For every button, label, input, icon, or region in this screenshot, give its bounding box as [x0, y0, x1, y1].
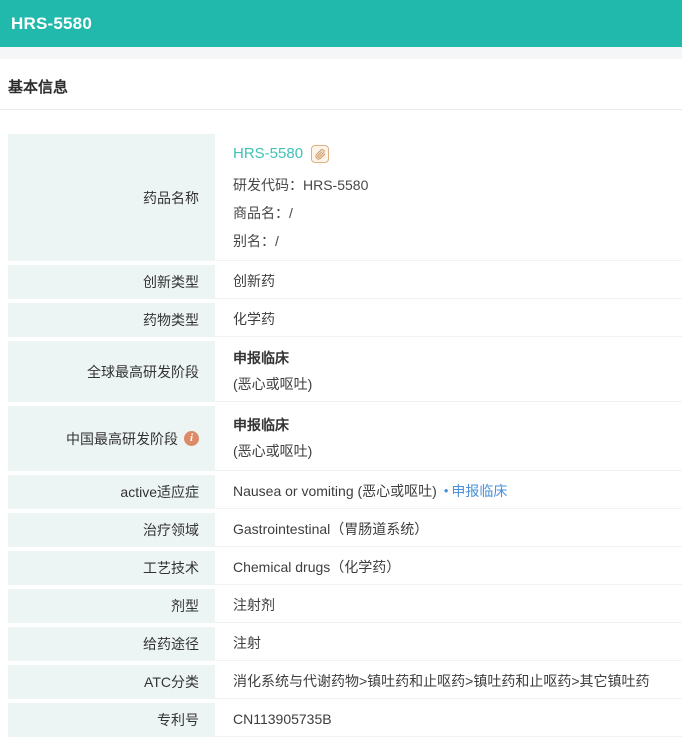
row-value: 消化系统与代谢药物>镇吐药和止呕药>镇吐药和止呕药>其它镇吐药: [215, 665, 682, 699]
row-value: 注射剂: [215, 589, 682, 623]
table-row-atc-class: ATC分类 消化系统与代谢药物>镇吐药和止呕药>镇吐药和止呕药>其它镇吐药: [8, 665, 682, 699]
indication-text: Nausea or vomiting (恶心或呕吐): [233, 483, 437, 500]
alias-line: 别名：/: [233, 233, 279, 249]
header-substrip: [0, 47, 682, 59]
page-header: HRS-5580: [0, 0, 682, 47]
row-label: 给药途径: [8, 627, 215, 661]
table-row-china-stage: 中国最高研发阶段 i 申报临床 (恶心或呕吐): [8, 406, 682, 471]
section-title: 基本信息: [8, 79, 69, 96]
row-value: 申报临床 (恶心或呕吐): [215, 341, 682, 402]
table-row-admin-route: 给药途径 注射: [8, 627, 682, 661]
indication-stage-link[interactable]: 申报临床: [451, 482, 507, 500]
row-label: 中国最高研发阶段 i: [8, 406, 215, 471]
stage-scope: (恶心或呕吐): [233, 376, 313, 392]
drug-name-link[interactable]: HRS-5580: [233, 144, 303, 164]
trade-name-line: 商品名：/: [233, 205, 293, 221]
table-row-therapy-area: 治疗领域 Gastrointestinal（胃肠道系统）: [8, 513, 682, 547]
dev-code-line: 研发代码：HRS-5580: [233, 177, 369, 193]
row-label: 药物类型: [8, 303, 215, 337]
row-label: 创新类型: [8, 265, 215, 299]
row-label: 剂型: [8, 589, 215, 623]
row-label: 专利号: [8, 703, 215, 737]
page-title: HRS-5580: [11, 13, 92, 33]
row-label: 全球最高研发阶段: [8, 341, 215, 402]
table-row-drug-name: 药品名称 HRS-5580 研发代码：HRS-5580 商品名：/ 别名：/: [8, 134, 682, 261]
info-icon[interactable]: i: [184, 431, 199, 446]
paperclip-icon[interactable]: [311, 145, 330, 163]
row-value: 申报临床 (恶心或呕吐): [215, 406, 682, 471]
table-row-innovation-type: 创新类型 创新药: [8, 265, 682, 299]
row-label: active适应症: [8, 475, 215, 509]
table-row-global-stage: 全球最高研发阶段 申报临床 (恶心或呕吐): [8, 341, 682, 402]
row-value: CN113905735B: [215, 703, 682, 737]
row-label: 药品名称: [8, 134, 215, 261]
row-label-text: 中国最高研发阶段: [66, 430, 178, 447]
table-row-dosage-form: 剂型 注射剂: [8, 589, 682, 623]
row-value: 注射: [215, 627, 682, 661]
basic-info-table: 药品名称 HRS-5580 研发代码：HRS-5580 商品名：/ 别名：/ 创…: [0, 134, 682, 737]
row-label: ATC分类: [8, 665, 215, 699]
bullet-separator: •: [443, 483, 449, 499]
stage-name: 申报临床: [233, 350, 289, 366]
table-row-drug-type: 药物类型 化学药: [8, 303, 682, 337]
table-row-patent: 专利号 CN113905735B: [8, 703, 682, 737]
table-row-active-indication: active适应症 Nausea or vomiting (恶心或呕吐) • 申…: [8, 475, 682, 509]
row-value: Gastrointestinal（胃肠道系统）: [215, 513, 682, 547]
table-row-process-tech: 工艺技术 Chemical drugs（化学药）: [8, 551, 682, 585]
stage-scope: (恶心或呕吐): [233, 443, 313, 459]
row-value: Chemical drugs（化学药）: [215, 551, 682, 585]
row-label: 工艺技术: [8, 551, 215, 585]
row-value: 化学药: [215, 303, 682, 337]
stage-name: 申报临床: [233, 417, 289, 433]
row-value: HRS-5580 研发代码：HRS-5580 商品名：/ 别名：/: [215, 134, 682, 261]
row-label: 治疗领域: [8, 513, 215, 547]
row-value: 创新药: [215, 265, 682, 299]
section-divider: [0, 109, 682, 110]
row-value: Nausea or vomiting (恶心或呕吐) • 申报临床: [215, 475, 682, 509]
